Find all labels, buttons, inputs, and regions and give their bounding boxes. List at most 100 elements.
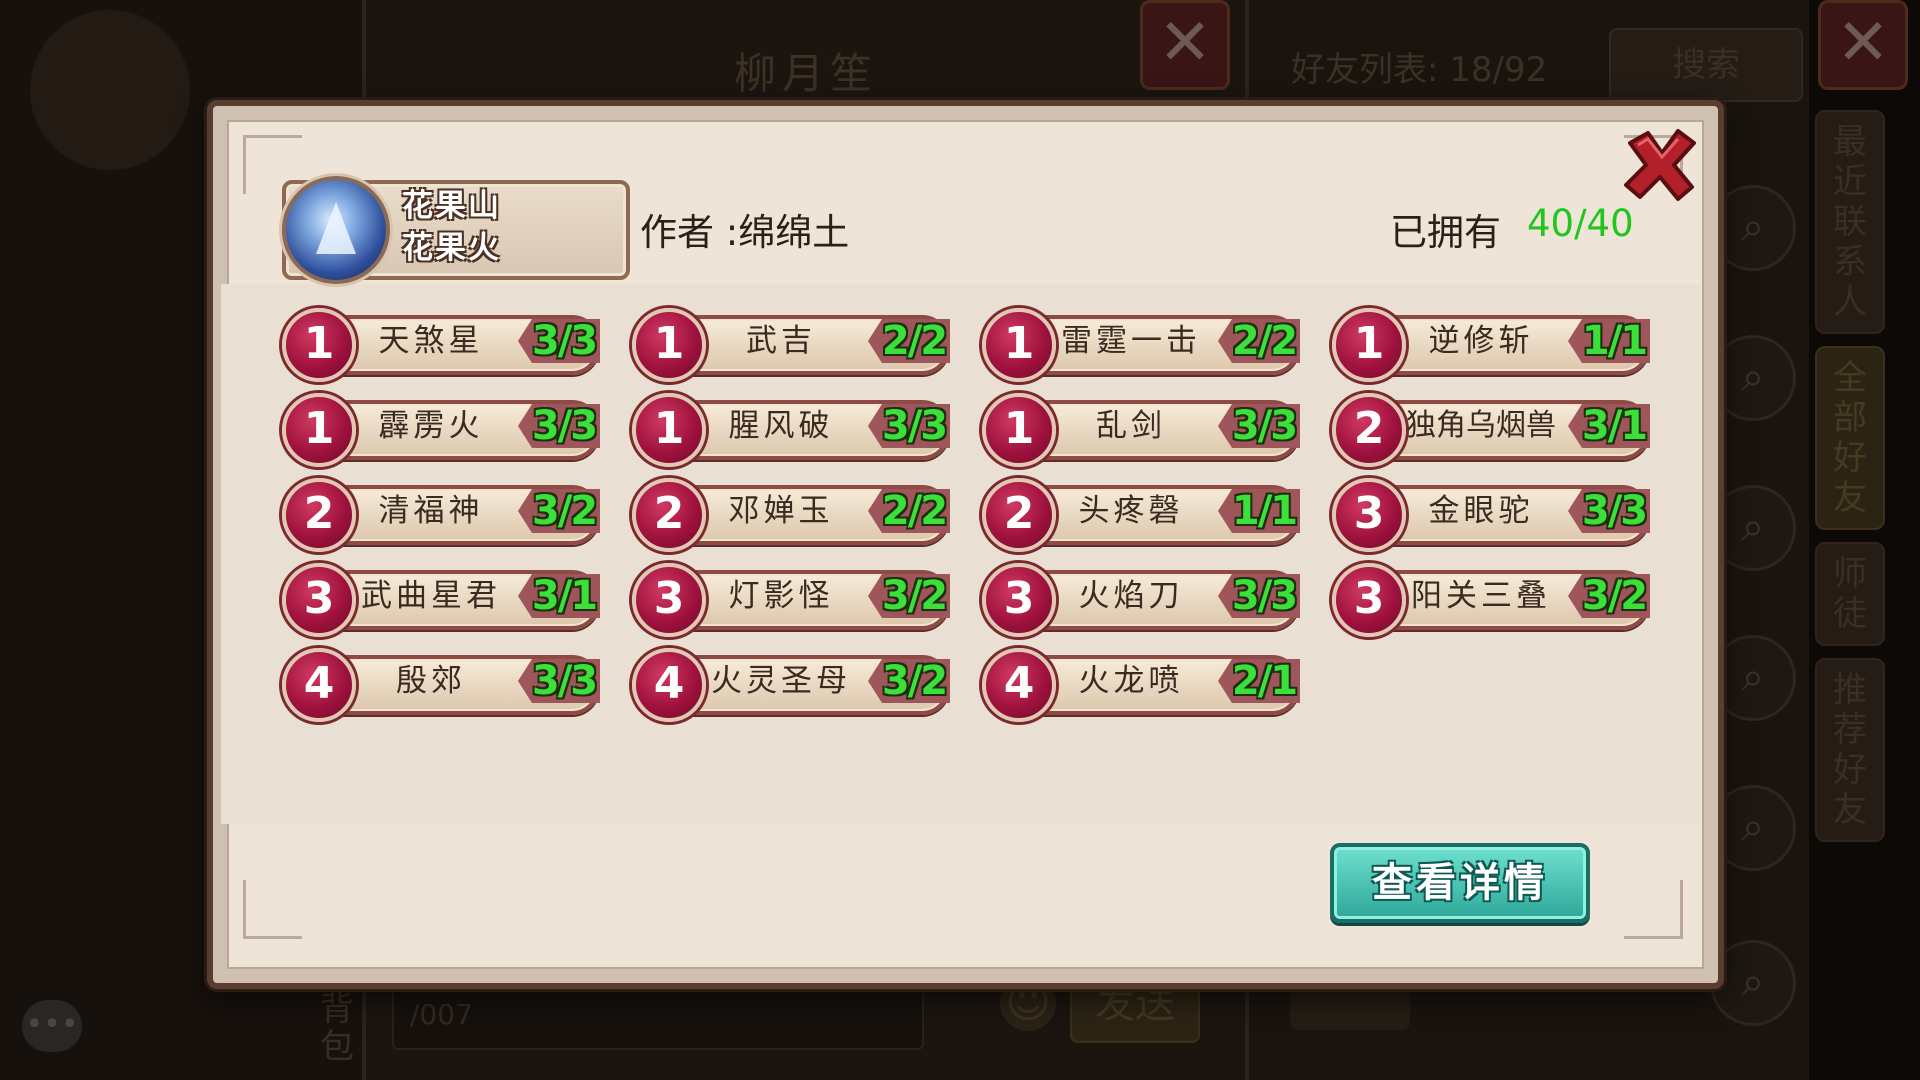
card-slot[interactable]: 1 雷霆一击 2/2 <box>970 308 1300 382</box>
tab-recommended-friends[interactable]: 推荐好友 <box>1815 658 1885 842</box>
chat-close-icon[interactable]: ✕ <box>1140 0 1230 90</box>
card-count-tag: 2/2 <box>868 489 950 533</box>
card-name: 邓婵玉 <box>728 493 834 529</box>
close-icon[interactable] <box>1620 125 1700 205</box>
card-count: 3/3 <box>881 403 948 449</box>
bag-button[interactable]: 背包 <box>320 990 360 1066</box>
chat-bubble-icon[interactable]: ••• <box>22 1000 82 1052</box>
card-cost-badge: 4 <box>982 648 1056 722</box>
card-count: 3/3 <box>531 658 598 704</box>
card-count-tag: 3/1 <box>1568 404 1650 448</box>
card-cost-badge: 1 <box>632 308 706 382</box>
card-cost-badge: 3 <box>282 563 356 637</box>
card-slot[interactable]: 4 殷郊 3/3 <box>270 648 600 722</box>
card-slot[interactable]: 3 灯影怪 3/2 <box>620 563 950 637</box>
card-count-tag: 3/2 <box>868 574 950 618</box>
card-name: 火灵圣母 <box>711 663 851 699</box>
card-count-tag: 3/3 <box>1218 574 1300 618</box>
card-cost-badge: 1 <box>982 308 1056 382</box>
card-slot[interactable]: 3 火焰刀 3/3 <box>970 563 1300 637</box>
card-count-tag: 3/3 <box>1568 489 1650 533</box>
friends-search-button[interactable]: 搜索 <box>1609 28 1803 102</box>
chat-title: 柳月笙 <box>733 49 878 98</box>
friends-list-title: 好友列表: 18/92 <box>1291 50 1548 90</box>
card-slot[interactable]: 2 邓婵玉 2/2 <box>620 478 950 552</box>
card-count: 3/3 <box>531 318 598 364</box>
card-count: 2/2 <box>881 318 948 364</box>
card-slot[interactable]: 3 金眼驼 3/3 <box>1320 478 1650 552</box>
card-name: 殷郊 <box>396 663 466 699</box>
card-name: 天煞星 <box>378 323 484 359</box>
card-name: 灯影怪 <box>728 578 834 614</box>
friends-close-icon[interactable]: ✕ <box>1818 0 1908 90</box>
card-name: 火焰刀 <box>1078 578 1184 614</box>
deck-name-line2: 花果火 <box>402 230 501 266</box>
card-slot[interactable]: 1 武吉 2/2 <box>620 308 950 382</box>
card-cost-badge: 2 <box>282 478 356 552</box>
card-name: 乱剑 <box>1096 408 1166 444</box>
card-slot[interactable]: 3 武曲星君 3/1 <box>270 563 600 637</box>
card-count-tag: 1/1 <box>1568 319 1650 363</box>
card-name: 金眼驼 <box>1428 493 1534 529</box>
owned-count: 40/40 <box>1527 202 1634 245</box>
card-count-tag: 3/3 <box>1218 404 1300 448</box>
chat-input[interactable]: /007 <box>392 980 924 1050</box>
card-slot[interactable]: 4 火龙喷 2/1 <box>970 648 1300 722</box>
card-name: 阳关三叠 <box>1411 578 1551 614</box>
card-slot[interactable]: 2 独角乌烟兽 3/1 <box>1320 393 1650 467</box>
card-count-tag: 3/3 <box>518 659 600 703</box>
card-count: 3/3 <box>531 403 598 449</box>
frame-corner-ornament <box>243 880 302 939</box>
card-cost-badge: 2 <box>632 478 706 552</box>
card-count: 3/3 <box>1581 488 1648 534</box>
card-count-tag: 3/2 <box>868 659 950 703</box>
card-cost-badge: 3 <box>1332 563 1406 637</box>
card-count: 3/1 <box>531 573 598 619</box>
card-count-tag: 3/1 <box>518 574 600 618</box>
card-count-tag: 2/2 <box>1218 319 1300 363</box>
card-count: 3/2 <box>1581 573 1648 619</box>
card-count-tag: 1/1 <box>1218 489 1300 533</box>
friends-tabs: 最近联系人 全部好友 师徒 推荐好友 <box>1815 110 1885 854</box>
card-cost-badge: 2 <box>1332 393 1406 467</box>
card-count-tag: 3/3 <box>518 404 600 448</box>
card-name: 独角乌烟兽 <box>1406 408 1556 443</box>
card-slot[interactable]: 4 火灵圣母 3/2 <box>620 648 950 722</box>
card-cost-badge: 3 <box>982 563 1056 637</box>
card-count-tag: 3/2 <box>518 489 600 533</box>
card-name: 武吉 <box>746 323 816 359</box>
tab-recent-contacts[interactable]: 最近联系人 <box>1815 110 1885 334</box>
view-details-button[interactable]: 查看详情 <box>1330 843 1590 923</box>
card-count: 3/2 <box>881 573 948 619</box>
card-slot[interactable]: 1 乱剑 3/3 <box>970 393 1300 467</box>
card-count-tag: 2/1 <box>1218 659 1300 703</box>
card-cost-badge: 3 <box>632 563 706 637</box>
owned-label: 已拥有 <box>1390 211 1501 254</box>
card-name: 霹雳火 <box>378 408 484 444</box>
card-slot[interactable]: 1 霹雳火 3/3 <box>270 393 600 467</box>
card-slot[interactable]: 1 天煞星 3/3 <box>270 308 600 382</box>
card-count: 2/2 <box>1231 318 1298 364</box>
card-cost-badge: 3 <box>1332 478 1406 552</box>
card-slot[interactable]: 2 清福神 3/2 <box>270 478 600 552</box>
card-cost-badge: 2 <box>982 478 1056 552</box>
card-slot[interactable]: 2 头疼磬 1/1 <box>970 478 1300 552</box>
tab-all-friends[interactable]: 全部好友 <box>1815 346 1885 530</box>
card-slot[interactable]: 1 逆修斩 1/1 <box>1320 308 1650 382</box>
card-name: 头疼磬 <box>1078 493 1184 529</box>
card-count-tag: 3/3 <box>518 319 600 363</box>
card-count: 3/2 <box>531 488 598 534</box>
frame-corner-ornament <box>1624 880 1683 939</box>
card-name: 火龙喷 <box>1078 663 1184 699</box>
card-count-tag: 2/2 <box>868 319 950 363</box>
card-slot[interactable]: 3 阳关三叠 3/2 <box>1320 563 1650 637</box>
tab-master-apprentice[interactable]: 师徒 <box>1815 542 1885 646</box>
card-name: 武曲星君 <box>361 578 501 614</box>
card-slot[interactable]: 1 腥风破 3/3 <box>620 393 950 467</box>
card-count: 1/1 <box>1231 488 1298 534</box>
card-count: 3/3 <box>1231 573 1298 619</box>
card-cost-badge: 1 <box>282 308 356 382</box>
card-count: 3/1 <box>1581 403 1648 449</box>
deck-author: 作者 :绵绵土 <box>640 211 850 254</box>
card-count: 2/2 <box>881 488 948 534</box>
